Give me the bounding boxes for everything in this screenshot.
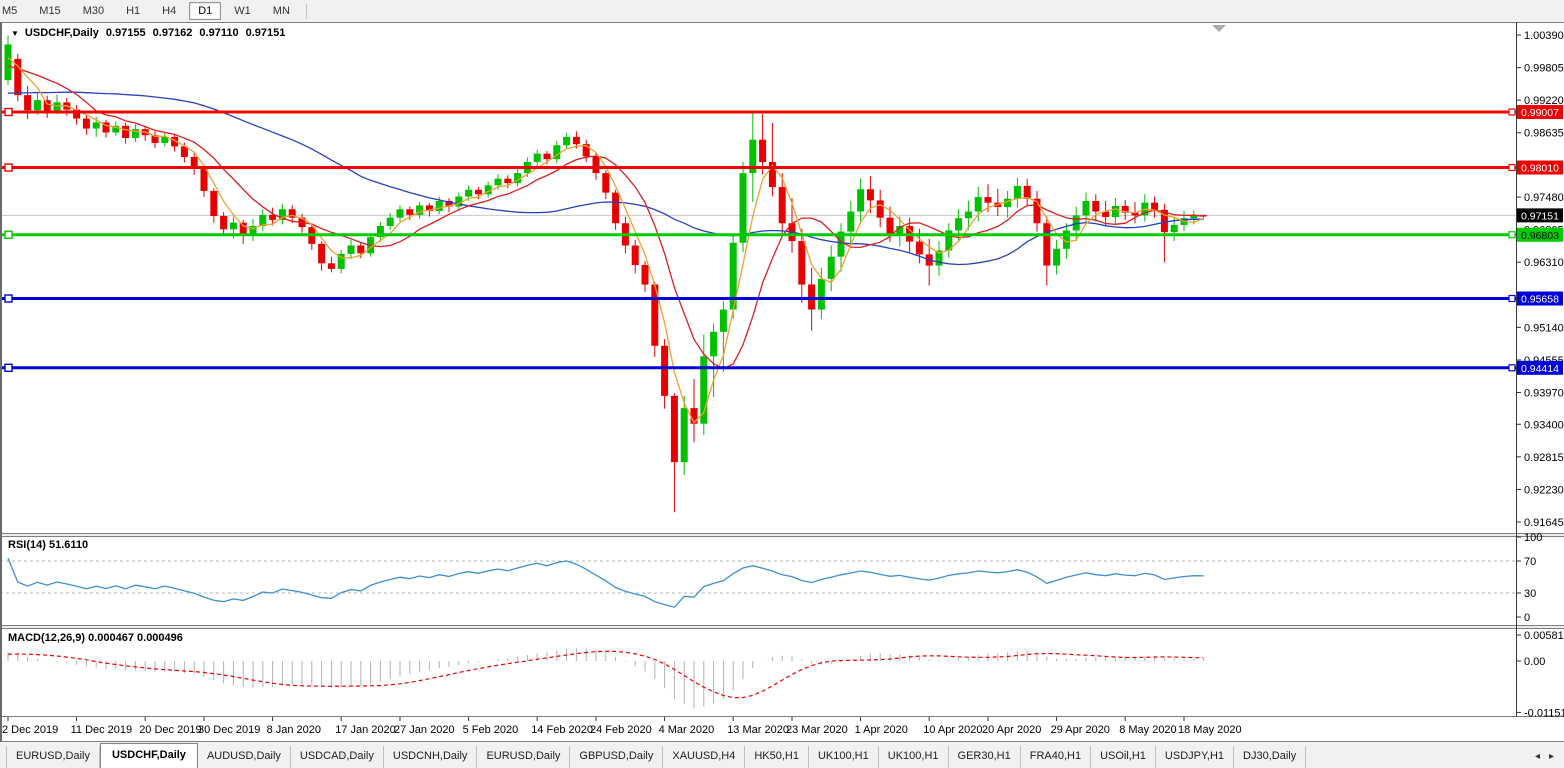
price-tick-label: 0.91645: [1524, 517, 1564, 529]
tab-usoil-h1[interactable]: USOil,H1: [1091, 746, 1156, 768]
date-tick-label: 13 Mar 2020: [727, 724, 789, 736]
open-value: 0.97155: [106, 27, 146, 39]
line-anchor[interactable]: [5, 164, 12, 171]
price-level-badge-label: 0.94414: [1521, 363, 1559, 375]
candle: [14, 54, 21, 101]
tab-eurusd-daily[interactable]: EURUSD,Daily: [477, 746, 570, 768]
macd-tick-label: -0.011514: [1524, 707, 1564, 719]
date-tick-label: 10 Apr 2020: [923, 724, 982, 736]
line-anchor[interactable]: [5, 364, 12, 371]
rsi-tick-label: 70: [1524, 556, 1536, 568]
tab-ger30-h1[interactable]: GER30,H1: [949, 746, 1021, 768]
price-tick-label: 0.92230: [1524, 484, 1564, 496]
timeframe-button-h1[interactable]: H1: [117, 2, 149, 20]
line-anchor[interactable]: [5, 231, 12, 238]
symbol-tab-bar: EURUSD,DailyUSDCHF,DailyAUDUSD,DailyUSDC…: [0, 742, 1564, 768]
date-tick-label: 23 Mar 2020: [786, 724, 848, 736]
tab-fra40-h1[interactable]: FRA40,H1: [1021, 746, 1091, 768]
candle: [730, 234, 737, 319]
timeframe-button-h4[interactable]: H4: [153, 2, 185, 20]
line-anchor[interactable]: [5, 295, 12, 302]
high-value: 0.97162: [153, 27, 193, 39]
chart-canvas[interactable]: 1.003900.998050.992200.986350.974800.968…: [0, 0, 1564, 742]
tab-uk100-h1[interactable]: UK100,H1: [809, 746, 879, 768]
price-tick-label: 0.98635: [1524, 128, 1564, 140]
line-anchor[interactable]: [5, 109, 12, 116]
rsi-indicator-label: RSI(14) 51.6110: [8, 539, 88, 551]
date-tick-label: 14 Feb 2020: [531, 724, 593, 736]
tab-scroll-arrows: ◂▸: [1535, 751, 1564, 768]
date-tick-label: 29 Apr 2020: [1051, 724, 1110, 736]
price-level-badge-label: 0.97151: [1521, 210, 1559, 222]
chevron-down-icon[interactable]: ▼: [11, 29, 19, 38]
date-tick-label: 27 Jan 2020: [394, 724, 455, 736]
timeframe-button-m30[interactable]: M30: [74, 2, 113, 20]
price-tick-label: 1.00390: [1524, 30, 1564, 42]
price-tick-label: 0.92815: [1524, 452, 1564, 464]
tab-usdcnh-daily[interactable]: USDCNH,Daily: [384, 746, 478, 768]
date-tick-label: 30 Dec 2019: [198, 724, 260, 736]
macd-indicator-label: MACD(12,26,9) 0.000467 0.000496: [8, 632, 183, 644]
chart-title: ▼ USDCHF,Daily 0.97155 0.97162 0.97110 0…: [11, 27, 292, 39]
date-tick-label: 18 May 2020: [1178, 724, 1242, 736]
timeframe-button-w1[interactable]: W1: [225, 2, 260, 20]
date-tick-label: 20 Dec 2019: [139, 724, 201, 736]
close-value: 0.97151: [246, 27, 286, 39]
price-level-badge-label: 0.96803: [1521, 230, 1559, 242]
price-tick-label: 0.97480: [1524, 192, 1564, 204]
low-value: 0.97110: [199, 27, 238, 39]
price-tick-label: 0.93970: [1524, 388, 1564, 400]
price-level-badge-label: 0.95658: [1521, 294, 1559, 306]
symbol-label: USDCHF,Daily: [25, 27, 99, 39]
price-tick-label: 0.95140: [1524, 322, 1564, 334]
date-tick-label: 8 May 2020: [1119, 724, 1176, 736]
macd-tick-label: 0.005818: [1524, 630, 1564, 642]
price-tick-label: 0.93400: [1524, 419, 1564, 431]
date-tick-label: 24 Feb 2020: [590, 724, 652, 736]
tab-gbpusd-daily[interactable]: GBPUSD,Daily: [570, 746, 663, 768]
tab-usdcad-daily[interactable]: USDCAD,Daily: [291, 746, 384, 768]
price-tick-label: 0.99805: [1524, 63, 1564, 75]
tab-dj30-daily[interactable]: DJ30,Daily: [1234, 746, 1306, 768]
date-tick-label: 2 Dec 2019: [2, 724, 58, 736]
rsi-tick-label: 0: [1524, 612, 1530, 624]
rsi-tick-label: 30: [1524, 588, 1536, 600]
macd-tick-label: 0.00: [1524, 656, 1545, 668]
price-level-badge-label: 0.98010: [1521, 163, 1559, 175]
timeframe-toolbar: M5M15 M30H1H4D1W1MN: [0, 0, 1564, 22]
date-tick-label: 11 Dec 2019: [71, 724, 133, 736]
tab-uk100-h1[interactable]: UK100,H1: [879, 746, 949, 768]
date-tick-label: 5 Feb 2020: [463, 724, 519, 736]
toolbar-separator: [306, 4, 307, 19]
timeframe-button-d1[interactable]: D1: [189, 2, 221, 20]
rsi-tick-label: 100: [1524, 532, 1542, 544]
tab-usdjpy-h1[interactable]: USDJPY,H1: [1156, 746, 1234, 768]
tab-hk50-h1[interactable]: HK50,H1: [745, 746, 809, 768]
date-tick-label: 4 Mar 2020: [659, 724, 715, 736]
price-tick-label: 0.96310: [1524, 257, 1564, 269]
candle: [740, 162, 747, 252]
timeframe-button-m15[interactable]: M15: [30, 2, 69, 20]
tab-scroll-right-icon[interactable]: ▸: [1549, 751, 1554, 762]
date-tick-label: 20 Apr 2020: [982, 724, 1041, 736]
date-tick-label: 1 Apr 2020: [855, 724, 908, 736]
date-tick-label: 17 Jan 2020: [335, 724, 396, 736]
tab-audusd-daily[interactable]: AUDUSD,Daily: [198, 746, 291, 768]
tab-xauusd-h4[interactable]: XAUUSD,H4: [663, 746, 745, 768]
timeframe-button-mn[interactable]: MN: [264, 2, 299, 20]
tab-scroll-left-icon[interactable]: ◂: [1535, 751, 1540, 762]
tab-usdchf-daily[interactable]: USDCHF,Daily: [100, 743, 198, 768]
tab-eurusd-daily[interactable]: EURUSD,Daily: [6, 746, 100, 768]
price-level-badge-label: 0.99007: [1521, 107, 1559, 119]
timeframe-button-m5[interactable]: M5: [0, 2, 26, 20]
date-tick-label: 8 Jan 2020: [267, 724, 321, 736]
